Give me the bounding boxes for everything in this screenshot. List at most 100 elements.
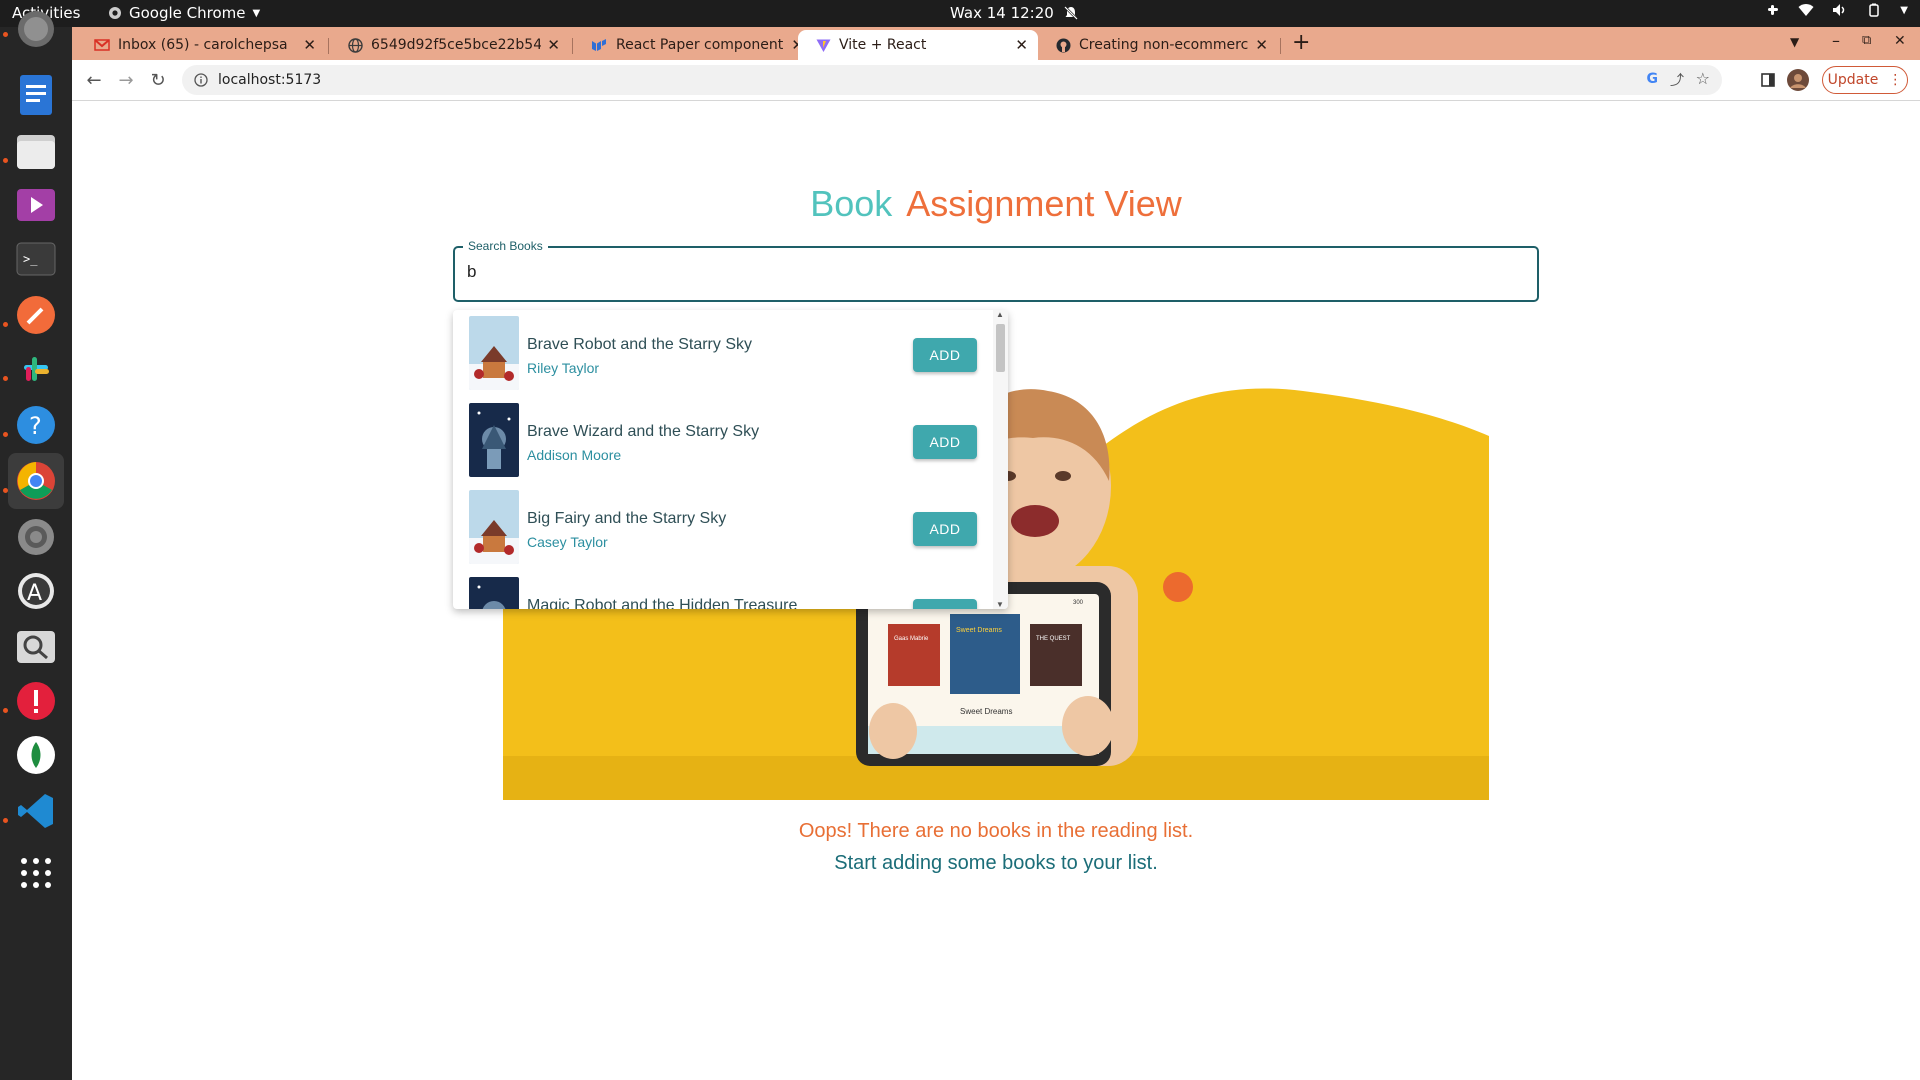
slack-icon: [24, 357, 49, 381]
dock-item-slack[interactable]: [8, 341, 64, 397]
tab-strip: Inbox (65) - carolchepsam ✕ 6549d92f5ce5…: [72, 27, 1920, 60]
book-author: Casey Taylor: [527, 534, 608, 550]
help-icon: ?: [17, 406, 55, 444]
list-item[interactable]: Brave Wizard and the Starry Sky Addison …: [453, 403, 993, 490]
reload-icon[interactable]: ↻: [146, 68, 170, 92]
system-tray[interactable]: ▼: [1766, 3, 1908, 17]
scroll-up-icon[interactable]: ▲: [996, 310, 1004, 319]
volume-icon: [1833, 4, 1845, 16]
google-lens-icon[interactable]: G: [1647, 71, 1659, 87]
search-input[interactable]: [467, 262, 1517, 282]
dock-item-search-app[interactable]: [8, 619, 64, 675]
back-icon[interactable]: ←: [82, 68, 106, 92]
book-card-title: THE QUEST: [1036, 636, 1071, 642]
site-info-icon[interactable]: [194, 73, 208, 87]
chrome-icon: [17, 462, 55, 500]
page-title-part-1: Book: [810, 183, 893, 224]
system-top-bar: Activities Google Chrome ▼ Wax 14 12:20 …: [0, 0, 1920, 27]
application-dock: >_ ? A: [0, 11, 72, 1080]
empty-list-message: Oops! There are no books in the reading …: [798, 820, 1194, 842]
gmail-icon: [94, 39, 110, 51]
chevron-down-icon: ▼: [252, 7, 261, 19]
dock-item-alert[interactable]: [8, 673, 64, 729]
video-icon: [17, 189, 55, 221]
app-menu[interactable]: Google Chrome ▼: [108, 4, 260, 22]
add-book-button[interactable]: ADD: [913, 425, 977, 459]
side-panel-icon[interactable]: [1756, 68, 1780, 92]
add-book-button[interactable]: ADD: [913, 338, 977, 372]
close-icon[interactable]: ✕: [547, 36, 560, 54]
running-indicator: [3, 432, 8, 437]
add-book-button[interactable]: ADD: [913, 512, 977, 546]
dock-item-files[interactable]: [8, 123, 64, 179]
add-book-button[interactable]: ADD: [913, 599, 977, 609]
tab-title: Creating non-ecommerce: [1079, 37, 1249, 53]
globe-icon: [348, 37, 363, 53]
book-title: Big Fairy and the Starry Sky: [527, 510, 727, 527]
dock-item-video[interactable]: [8, 177, 64, 233]
page-content: Book Assignment View Search Books Gaas Ma…: [72, 101, 1920, 1080]
book-card-title: Sweet Dreams: [956, 627, 1002, 634]
tab-title: Vite + React: [839, 37, 927, 53]
dock-item-postman[interactable]: [8, 287, 64, 343]
dock-item-chrome[interactable]: [8, 453, 64, 509]
dock-item-help[interactable]: ?: [8, 397, 64, 453]
svg-text:>_: >_: [23, 252, 38, 266]
close-icon[interactable]: ✕: [1255, 36, 1268, 54]
scrollbar[interactable]: ▲ ▼: [993, 310, 1008, 609]
bookmark-star-icon[interactable]: ☆: [1696, 69, 1710, 88]
search-app-icon: [17, 631, 55, 663]
book-title: Brave Robot and the Starry Sky: [527, 336, 752, 353]
github-icon: [1056, 38, 1071, 52]
browser-window: Inbox (65) - carolchepsam ✕ 6549d92f5ce5…: [72, 27, 1920, 101]
address-bar[interactable]: localhost:5173 G ⤴ ☆: [182, 65, 1722, 95]
restore-icon[interactable]: ⧉: [1862, 33, 1871, 48]
minimize-icon[interactable]: –: [1832, 31, 1840, 50]
dock-item-terminal[interactable]: >_: [8, 231, 64, 287]
dock-item-app-grid[interactable]: [8, 845, 64, 901]
notifications-off-icon: [1063, 6, 1078, 20]
share-icon[interactable]: ⤴: [1670, 70, 1684, 90]
tab-divider: [572, 38, 573, 54]
search-field[interactable]: Search Books: [453, 239, 1539, 302]
tab-gmail[interactable]: Inbox (65) - carolchepsam ✕: [76, 30, 326, 60]
profile-avatar[interactable]: [1786, 68, 1810, 92]
tab-vite-react[interactable]: Vite + React ✕: [798, 30, 1038, 60]
close-icon[interactable]: ✕: [1015, 36, 1028, 54]
window-close-icon[interactable]: ✕: [1894, 33, 1906, 49]
new-tab-button[interactable]: +: [1292, 30, 1310, 55]
tab-mui[interactable]: React Paper component - ✕: [574, 30, 814, 60]
vite-icon: [816, 39, 831, 52]
svg-text:A: A: [27, 581, 42, 606]
software-icon: A: [18, 573, 54, 609]
dock-item-settings[interactable]: [8, 509, 64, 565]
dock-item-software[interactable]: A: [8, 563, 64, 619]
apps-grid-icon: [21, 858, 51, 888]
dock-item-writer[interactable]: [8, 67, 64, 123]
dock-item-top[interactable]: [8, 1, 64, 57]
list-item[interactable]: Big Fairy and the Starry Sky Casey Taylo…: [453, 490, 993, 577]
postman-icon: [17, 296, 55, 334]
tab-search-icon[interactable]: ▼: [1790, 35, 1799, 49]
clock-text: Wax 14 12:20: [950, 4, 1054, 22]
clock[interactable]: Wax 14 12:20: [950, 4, 1078, 22]
tab-github[interactable]: Creating non-ecommerce ✕: [1038, 30, 1278, 60]
scrollbar-thumb[interactable]: [996, 324, 1005, 372]
tablet-coin-count: 300: [1073, 600, 1084, 606]
browser-toolbar: ← → ↻ localhost:5173 G ⤴ ☆ Update ⋮: [72, 60, 1920, 101]
terminal-icon: >_: [16, 242, 56, 276]
book-title: Brave Wizard and the Starry Sky: [527, 423, 760, 440]
forward-icon[interactable]: →: [114, 68, 138, 92]
tab-title: Inbox (65) - carolchepsam: [118, 37, 288, 53]
tab-gist[interactable]: 6549d92f5ce5bce22b5416 ✕: [330, 30, 570, 60]
book-card: [888, 624, 940, 686]
close-icon[interactable]: ✕: [303, 36, 316, 54]
list-item[interactable]: Brave Robot and the Starry Sky Riley Tay…: [453, 316, 993, 403]
list-item[interactable]: Magic Robot and the Hidden Treasure ADD: [453, 577, 993, 609]
dock-item-vscode[interactable]: [8, 783, 64, 839]
child-eye: [1055, 471, 1071, 481]
dock-item-mongodb[interactable]: [8, 727, 64, 783]
scroll-down-icon[interactable]: ▼: [996, 600, 1004, 609]
update-button[interactable]: Update ⋮: [1822, 66, 1908, 94]
book-cover-image: [469, 490, 519, 564]
